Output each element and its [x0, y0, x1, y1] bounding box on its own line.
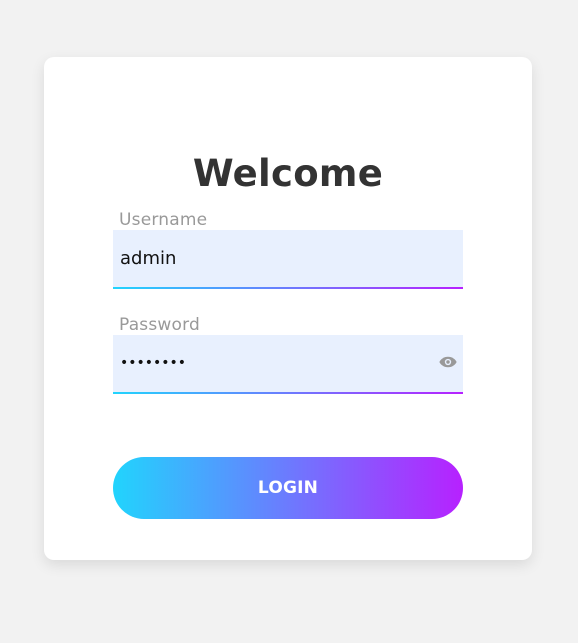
- eye-icon[interactable]: [439, 355, 457, 369]
- password-label: Password: [119, 315, 201, 335]
- password-value[interactable]: ••••••••: [120, 335, 186, 392]
- username-label: Username: [119, 210, 208, 230]
- login-button[interactable]: LOGIN: [113, 457, 463, 519]
- username-field[interactable]: admin: [113, 230, 463, 289]
- form-title: Welcome: [192, 152, 384, 195]
- username-value[interactable]: admin: [120, 230, 176, 287]
- password-field[interactable]: ••••••••: [113, 335, 463, 394]
- login-card: Welcome Username admin Password ••••••••…: [44, 57, 532, 560]
